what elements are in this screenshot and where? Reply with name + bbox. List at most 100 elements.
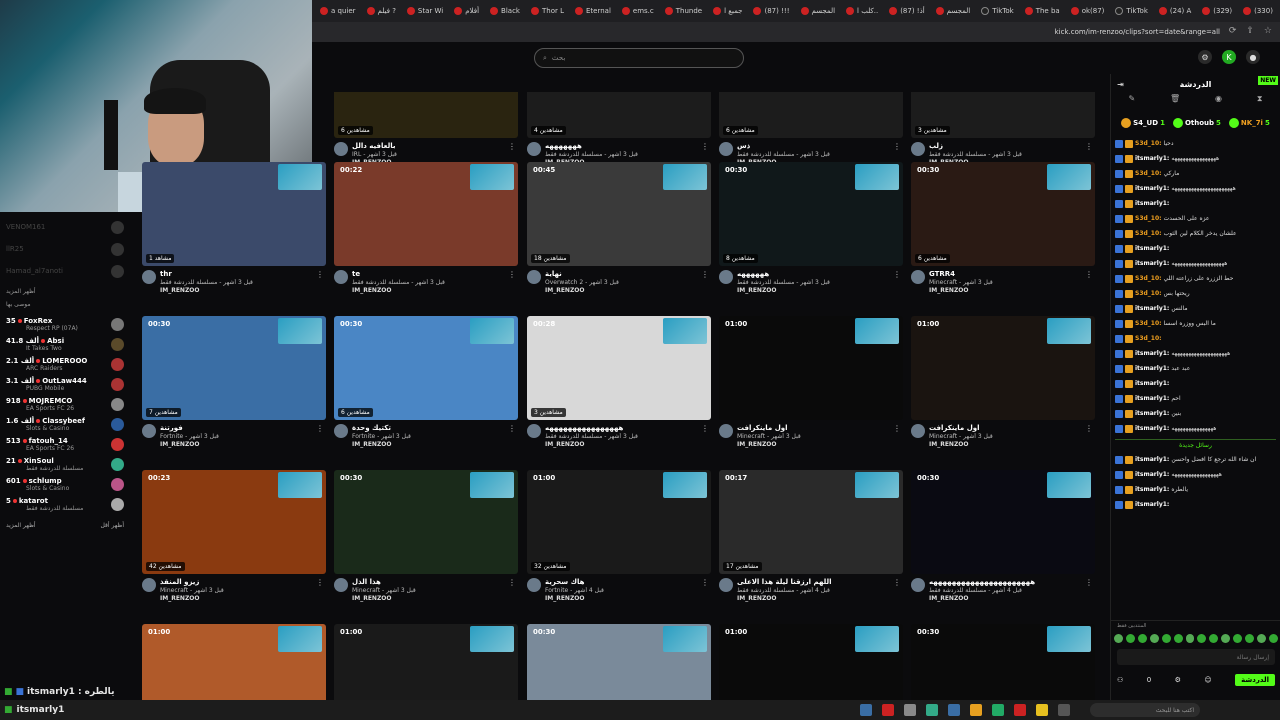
browser-tab[interactable]: فيلم ? — [363, 2, 400, 20]
share-icon[interactable]: ⇪ — [1246, 26, 1254, 36]
more-options-icon[interactable]: ⋮ — [893, 424, 901, 433]
clip-channel[interactable]: IM_RENZOO — [737, 287, 887, 294]
chat-username[interactable]: itsmarly1: — [1135, 245, 1169, 253]
chat-username[interactable]: S3d_10: — [1135, 275, 1162, 283]
clip-card[interactable]: 3 مشاهدين زلب قبل 3 أشهر - مسلسلة للدردشة … — [911, 92, 1095, 166]
chat-username[interactable]: itsmarly1: — [1135, 200, 1169, 208]
clip-channel[interactable]: IM_RENZOO — [160, 595, 310, 602]
url-text[interactable]: kick.com/im-renzoo/clips?sort=date&range… — [1055, 28, 1220, 36]
clip-thumbnail[interactable]: 1 مشاهد — [142, 162, 326, 266]
clip-thumbnail[interactable]: 3 مشاهدين — [911, 92, 1095, 138]
browser-tab[interactable]: Thunde — [661, 2, 706, 20]
browser-tab[interactable]: (87) !أذ — [885, 2, 928, 20]
clip-thumbnail[interactable]: 00:30 7 مشاهدين — [142, 316, 326, 420]
clip-thumbnail[interactable]: 01:00 — [719, 624, 903, 700]
emote-icon[interactable] — [1137, 634, 1147, 643]
clip-card[interactable]: 00:30 ههههههههههههههههههههههه قبل 4 أشهر -… — [911, 470, 1095, 602]
clip-card[interactable]: 00:30 8 مشاهدين ههههههه قبل 3 أشهر - مسلسلة… — [719, 162, 903, 294]
chat-username[interactable]: itsmarly1: — [1135, 185, 1169, 193]
chat-send-button[interactable]: الدردشة — [1235, 674, 1275, 686]
more-options-icon[interactable]: ⋮ — [508, 142, 516, 151]
clip-thumbnail[interactable]: 01:00 — [911, 316, 1095, 420]
clip-thumbnail[interactable]: 00:28 3 مشاهدين — [527, 316, 711, 420]
clip-card[interactable]: 01:00 — [334, 624, 518, 700]
browser-tab[interactable]: The ba — [1021, 2, 1064, 20]
more-options-icon[interactable]: ⋮ — [1085, 424, 1093, 433]
browser-tab[interactable]: ok(87) — [1067, 2, 1109, 20]
clip-thumbnail[interactable]: 4 مشاهدين — [527, 92, 711, 138]
emote-icon[interactable] — [1245, 634, 1255, 643]
more-options-icon[interactable]: ⋮ — [316, 424, 324, 433]
browser-tab[interactable]: (330) — [1239, 2, 1277, 20]
more-options-icon[interactable]: ⋮ — [893, 578, 901, 587]
clip-thumbnail[interactable]: 00:30 6 مشاهدين — [334, 316, 518, 420]
chat-input[interactable]: إرسال رسالة — [1117, 649, 1275, 665]
browser-tab[interactable]: Star Wi — [403, 2, 447, 20]
clip-thumbnail[interactable]: 00:23 42 مشاهدين — [142, 470, 326, 574]
clip-thumbnail[interactable]: 00:30 — [527, 624, 711, 700]
more-options-icon[interactable]: ⋮ — [893, 270, 901, 279]
more-options-icon[interactable]: ⋮ — [701, 578, 709, 587]
clip-title[interactable]: اللهم ارزقنا ليلة هذا الاعلى — [737, 578, 887, 586]
clip-thumbnail[interactable]: 00:30 6 مشاهدين — [911, 162, 1095, 266]
clip-card[interactable]: 00:30 6 مشاهدين GTRR4 Minecraft - قبل 3 أشه… — [911, 162, 1095, 294]
sidebar-channel[interactable]: 513 fatouh_14 EA Sports FC 26 — [6, 434, 124, 454]
bubble-icon[interactable]: ◉ — [1215, 94, 1222, 110]
browser-tab[interactable]: كلب ا.. — [842, 2, 882, 20]
emote-icon[interactable] — [1161, 634, 1171, 643]
clip-channel[interactable]: IM_RENZOO — [737, 441, 887, 448]
chat-username[interactable]: S3d_10: — [1135, 215, 1162, 223]
more-options-icon[interactable]: ⋮ — [508, 424, 516, 433]
clip-thumbnail[interactable]: 01:00 — [719, 316, 903, 420]
clip-title[interactable]: فورتنة — [160, 424, 310, 432]
clip-thumbnail[interactable]: 00:45 18 مشاهدين — [527, 162, 711, 266]
settings-icon[interactable]: ⚙ — [1198, 50, 1212, 64]
users-icon[interactable]: ⚇ — [1117, 676, 1123, 684]
app-icon-2[interactable] — [882, 704, 894, 716]
clip-card[interactable]: 00:30 — [911, 624, 1095, 700]
offline-channel[interactable]: Hamad_al7anoti — [6, 260, 124, 282]
pin-icon[interactable]: ✎ — [1128, 94, 1135, 110]
show-more-top[interactable]: أظهر المزيد — [6, 288, 124, 295]
clip-thumbnail[interactable]: 6 مشاهدين — [719, 92, 903, 138]
chat-username[interactable]: itsmarly1: — [1135, 456, 1169, 464]
browser-tab[interactable]: (24) A — [1155, 2, 1195, 20]
clip-card[interactable]: 00:30 7 مشاهدين فورتنة Fortnite - قبل 3 أشه… — [142, 316, 326, 448]
app-icon-8[interactable] — [1014, 704, 1026, 716]
clip-card[interactable]: 01:00 — [719, 624, 903, 700]
bookmark-star-icon[interactable]: ☆ — [1264, 26, 1272, 36]
offline-channel[interactable]: llR25 — [6, 238, 124, 260]
clip-title[interactable]: thr — [160, 270, 310, 278]
browser-tab[interactable]: ems.c — [618, 2, 658, 20]
clip-title[interactable]: هههههههه — [545, 142, 695, 150]
chat-username[interactable]: itsmarly1: — [1135, 350, 1169, 358]
clip-title[interactable]: هاك سحرية — [545, 578, 695, 586]
sidebar-channel[interactable]: 41.8 ألف Absi It Takes Two — [6, 334, 124, 354]
clip-thumbnail[interactable]: 00:30 — [334, 470, 518, 574]
clip-card[interactable]: 01:00 32 مشاهدين هاك سحرية Fortnite - قبل 4… — [527, 470, 711, 602]
clip-title[interactable]: اول ماينكرافت — [929, 424, 1079, 432]
chat-username[interactable]: itsmarly1: — [1135, 395, 1169, 403]
clip-title[interactable]: تكتيك وحدة — [352, 424, 502, 432]
app-icon-4[interactable] — [926, 704, 938, 716]
browser-tab[interactable]: أفلام — [450, 2, 483, 20]
clip-card[interactable]: 00:17 17 مشاهدين اللهم ارزقنا ليلة هذا الا… — [719, 470, 903, 602]
clip-title[interactable]: ههههههههههههههههه — [545, 424, 695, 432]
chat-username[interactable]: itsmarly1: — [1135, 365, 1169, 373]
more-options-icon[interactable]: ⋮ — [508, 578, 516, 587]
app-icon-10[interactable] — [1058, 704, 1070, 716]
more-options-icon[interactable]: ⋮ — [701, 142, 709, 151]
clip-title[interactable]: زلب — [929, 142, 1079, 150]
sidebar-channel[interactable]: 1.6 ألف Classybeef Slots & Casino — [6, 414, 124, 434]
clip-title[interactable]: اول ماينكرافت — [737, 424, 887, 432]
clip-card[interactable]: 00:30 6 مشاهدين تكتيك وحدة Fortnite - قبل 3… — [334, 316, 518, 448]
taskbar-search[interactable]: اكتب هنا للبحث — [1090, 703, 1200, 717]
app-icon-7[interactable] — [992, 704, 1004, 716]
chat-username[interactable]: itsmarly1: — [1135, 410, 1169, 418]
clip-title[interactable]: زيزو المنقذ — [160, 578, 310, 586]
clip-channel[interactable]: IM_RENZOO — [160, 441, 310, 448]
kick-logo-icon[interactable]: K — [1222, 50, 1236, 64]
app-icon-6[interactable] — [970, 704, 982, 716]
offline-channel[interactable]: VENOM161 — [6, 216, 124, 238]
chat-username[interactable]: S3d_10: — [1135, 320, 1162, 328]
